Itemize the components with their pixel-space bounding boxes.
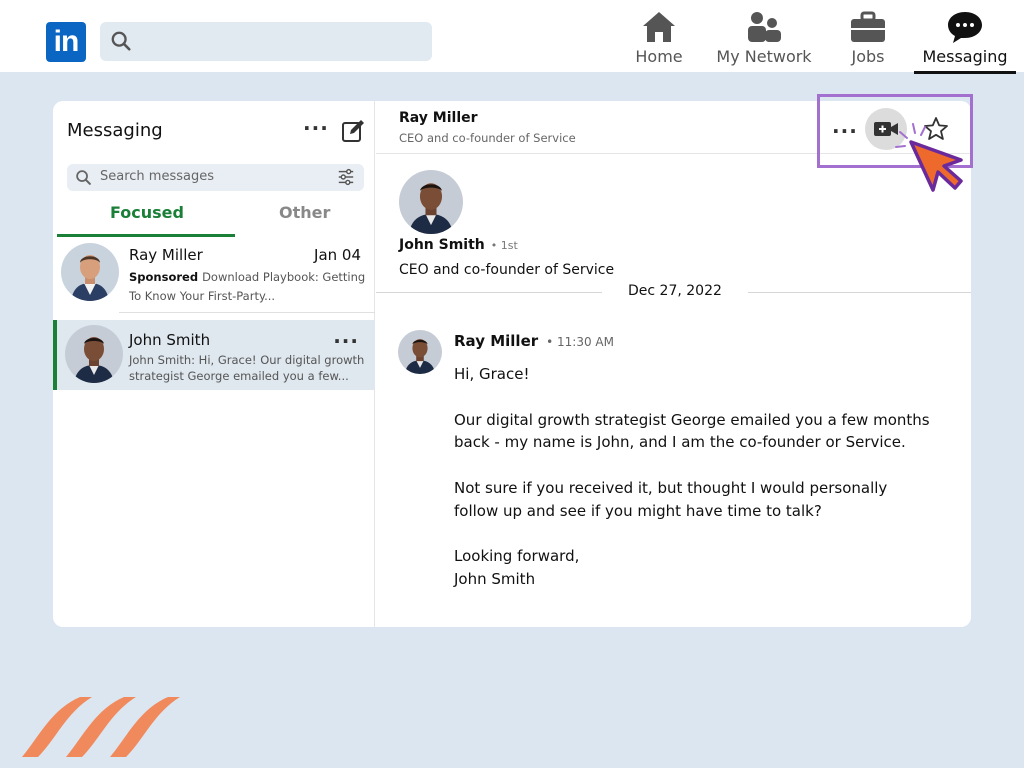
brand-logo-icon — [22, 697, 180, 757]
profile-avatar[interactable] — [399, 170, 463, 234]
nav-home[interactable]: Home — [628, 10, 690, 72]
conversation-list-pane: Messaging ··· Search messages Focused Ot… — [53, 101, 375, 627]
message-search-input[interactable]: Search messages — [67, 164, 364, 191]
profile-name[interactable]: John Smith • 1st — [399, 237, 518, 253]
avatar — [65, 325, 123, 383]
message-paragraph: Looking forward, John Smith — [454, 547, 580, 589]
message-sender-name[interactable]: Ray Miller — [454, 332, 538, 350]
messaging-title: Messaging — [67, 120, 163, 141]
tab-other[interactable]: Other — [279, 203, 330, 222]
nav-jobs[interactable]: Jobs — [836, 10, 900, 72]
message-paragraph: Hi, Grace! — [454, 365, 530, 383]
conversation-date: Jan 04 — [314, 246, 361, 264]
message-search-placeholder: Search messages — [100, 169, 214, 184]
sponsored-label: Sponsored — [129, 270, 199, 284]
conversation-item-selected[interactable]: John Smith ··· John Smith: Hi, Grace! Ou… — [53, 320, 375, 390]
conversation-list-header: Messaging ··· — [53, 101, 375, 157]
more-options-icon[interactable]: ··· — [303, 118, 329, 138]
message-timestamp: • 11:30 AM — [546, 335, 614, 349]
nav-jobs-label: Jobs — [851, 47, 885, 66]
global-search[interactable] — [100, 22, 432, 61]
message-sender: Ray Miller • 11:30 AM — [454, 332, 614, 350]
briefcase-icon — [851, 11, 885, 42]
nav-my-network[interactable]: My Network — [712, 10, 816, 72]
people-icon — [748, 12, 781, 42]
chat-bubble-icon — [948, 12, 982, 43]
conversation-item[interactable]: Ray Miller Jan 04 Sponsored Download Play… — [53, 238, 375, 313]
avatar — [61, 243, 119, 301]
conversation-thread-pane: Ray Miller CEO and co-founder of Service… — [376, 101, 971, 627]
filter-icon[interactable] — [337, 168, 355, 186]
nav-messaging-label: Messaging — [922, 47, 1008, 66]
top-nav-bar: in Home My Network Jobs Messaging — [0, 0, 1024, 74]
linkedin-logo[interactable]: in — [46, 22, 86, 62]
message-body: Hi, Grace! Our digital growth strategist… — [454, 363, 934, 614]
thread-contact-subtitle: CEO and co-founder of Service — [399, 131, 576, 145]
message-paragraph: Our digital growth strategist George ema… — [454, 410, 930, 452]
connection-degree: • 1st — [490, 239, 518, 252]
profile-name-text: John Smith — [399, 237, 485, 253]
profile-title: CEO and co-founder of Service — [399, 262, 615, 278]
more-options-icon[interactable]: ··· — [333, 331, 359, 351]
message-tabs: Focused Other — [53, 197, 375, 237]
active-tab-indicator — [57, 234, 235, 237]
global-search-input[interactable] — [140, 28, 420, 55]
nav-messaging[interactable]: Messaging — [914, 10, 1016, 74]
message-paragraph: Not sure if you received it, but thought… — [454, 478, 888, 520]
search-icon — [76, 170, 91, 185]
conversation-preview: John Smith: Hi, Grace! Our digital growt… — [129, 353, 365, 383]
cursor-arrow-icon — [895, 123, 963, 192]
message-sender-avatar[interactable] — [398, 330, 442, 374]
thread-contact-name[interactable]: Ray Miller — [399, 110, 478, 126]
conversation-preview: Sponsored Download Playbook: Getting To K… — [129, 268, 369, 306]
compose-icon[interactable] — [341, 119, 365, 143]
messaging-card: Messaging ··· Search messages Focused Ot… — [53, 101, 971, 627]
search-icon — [111, 31, 131, 51]
nav-my-network-label: My Network — [716, 47, 812, 66]
conversation-name: John Smith — [129, 331, 211, 349]
date-divider-label: Dec 27, 2022 — [602, 283, 748, 299]
tab-focused[interactable]: Focused — [110, 203, 184, 222]
home-icon — [643, 12, 675, 42]
conversation-name: Ray Miller — [129, 246, 203, 264]
nav-home-label: Home — [635, 47, 683, 66]
